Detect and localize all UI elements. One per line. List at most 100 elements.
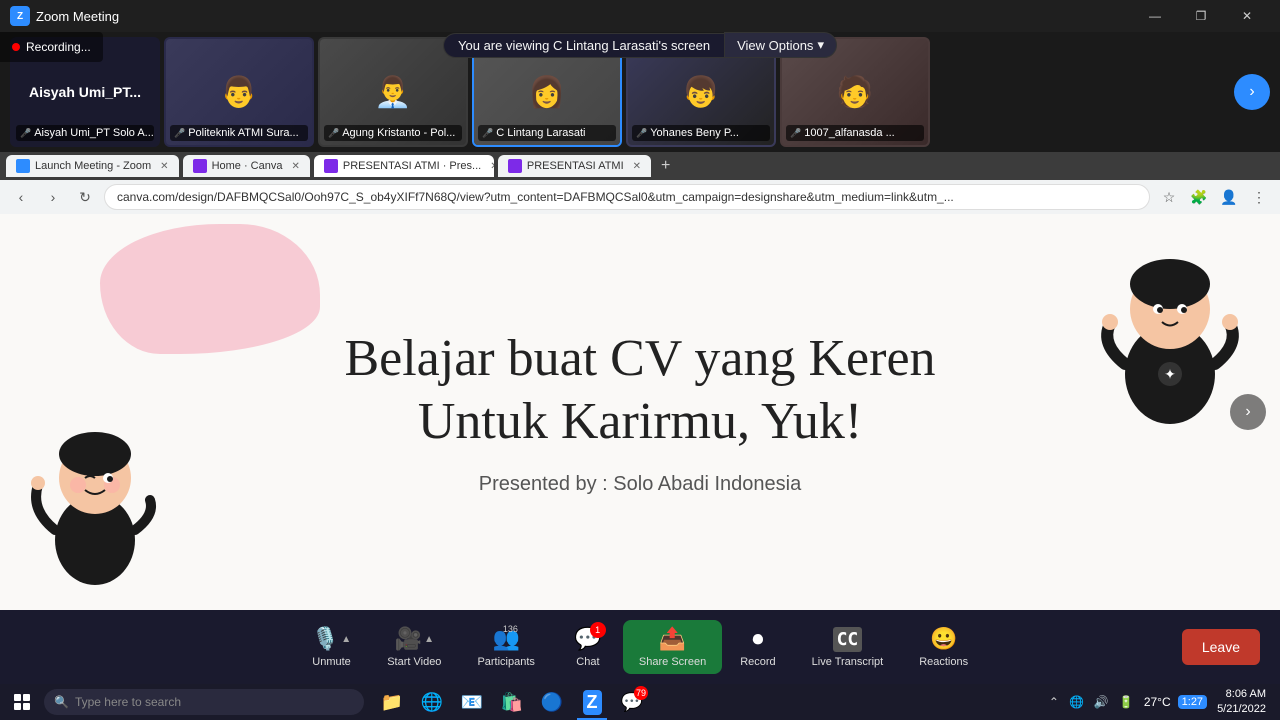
share-screen-button[interactable]: 📤 Share Screen xyxy=(623,620,722,674)
participant-name: Aisyah Umi_PT... xyxy=(19,74,151,110)
chat-badge: 1 xyxy=(590,622,606,638)
participant-label: 🎤 Aisyah Umi_PT Solo A... xyxy=(16,125,154,141)
app-title: Zoom Meeting xyxy=(36,9,119,24)
back-button[interactable]: ‹ xyxy=(8,184,34,210)
mic-icon: 🎤 xyxy=(328,128,339,139)
search-icon: 🔍 xyxy=(54,695,69,709)
slide-subtitle: Presented by : Solo Abadi Indonesia xyxy=(344,473,935,496)
title-bar: Z Zoom Meeting — ❐ ✕ xyxy=(0,0,1280,32)
taskbar-app-whatsapp[interactable]: 💬 79 xyxy=(614,684,650,720)
start-video-button[interactable]: 🎥 ▲ Start Video xyxy=(369,620,459,674)
record-button[interactable]: ⏺ Record xyxy=(722,620,793,674)
browser-nav-icons: ☆ 🧩 👤 ⋮ xyxy=(1156,184,1272,210)
volume-icon[interactable]: 🔊 xyxy=(1091,693,1112,711)
taskbar-app-zoom[interactable]: Z xyxy=(574,684,610,720)
battery-icon[interactable]: 🔋 xyxy=(1116,693,1137,711)
leave-button[interactable]: Leave xyxy=(1182,629,1260,665)
windows-taskbar: 🔍 Type here to search 📁 🌐 📧 🛍️ 🔵 Z xyxy=(0,684,1280,720)
presentation-area: ✦ xyxy=(0,214,1280,610)
browser-tab-presentation-active[interactable]: PRESENTASI ATMI · Pres... ✕ xyxy=(314,155,494,177)
mic-icon: 🎤 xyxy=(636,128,647,139)
chat-button[interactable]: 💬 1 Chat xyxy=(553,620,623,674)
reload-button[interactable]: ↻ xyxy=(72,184,98,210)
zoom-favicon xyxy=(16,159,30,173)
recording-dot xyxy=(12,43,20,51)
browser-window: Launch Meeting - Zoom ✕ Home · Canva ✕ P… xyxy=(0,152,1280,610)
windows-logo-icon xyxy=(14,694,30,710)
browser-tab-zoom[interactable]: Launch Meeting - Zoom ✕ xyxy=(6,155,179,177)
svg-text:✦: ✦ xyxy=(1164,366,1176,382)
mic-icon: 🎤 xyxy=(174,128,185,139)
new-tab-button[interactable]: + xyxy=(655,157,676,175)
tab-close-zoom[interactable]: ✕ xyxy=(160,161,168,172)
search-placeholder: Type here to search xyxy=(75,695,181,709)
unmute-button[interactable]: 🎙️ ▲ Unmute xyxy=(294,620,369,674)
tab-close-presentation2[interactable]: ✕ xyxy=(633,161,641,172)
window-controls: — ❐ ✕ xyxy=(1132,0,1270,32)
pink-blob-decoration xyxy=(100,224,320,354)
taskbar-apps: 📁 🌐 📧 🛍️ 🔵 Z 💬 79 xyxy=(374,684,650,720)
chat-label: Chat xyxy=(576,656,599,668)
participants-button[interactable]: 👥 136 Participants xyxy=(459,620,552,674)
forward-button[interactable]: › xyxy=(40,184,66,210)
reactions-button[interactable]: 😀 Reactions xyxy=(901,620,986,674)
system-tray: ⌃ 🌐 🔊 🔋 27°C 1:27 8:06 AM 5/21/2022 xyxy=(1038,687,1280,718)
slide-title: Belajar buat CV yang Keren Untuk Karirmu… xyxy=(344,328,935,453)
record-icon: ⏺ xyxy=(752,626,763,652)
browser-tab-presentation2[interactable]: PRESENTASI ATMI ✕ xyxy=(498,155,651,177)
video-off-icon: 🎥 xyxy=(395,626,422,652)
url-bar[interactable]: canva.com/design/DAFBMQCSal0/Ooh97C_S_ob… xyxy=(104,184,1150,210)
tab-close-canva-home[interactable]: ✕ xyxy=(291,161,299,172)
maximize-button[interactable]: ❐ xyxy=(1178,0,1224,32)
start-button[interactable] xyxy=(0,684,44,720)
share-screen-label: Share Screen xyxy=(639,656,706,668)
video-label: Start Video xyxy=(387,656,441,668)
cc-icon: CC xyxy=(833,627,863,652)
character-left xyxy=(20,410,170,590)
chevron-up-icon[interactable]: ⌃ xyxy=(1046,693,1062,711)
taskbar-app-mail[interactable]: 📧 xyxy=(454,684,490,720)
mic-icon: 🎤 xyxy=(482,128,493,139)
next-slide-button[interactable]: › xyxy=(1230,394,1266,430)
live-transcript-label: Live Transcript xyxy=(812,656,884,668)
minimize-button[interactable]: — xyxy=(1132,0,1178,32)
participant-label: 🎤 Politeknik ATMI Sura... xyxy=(170,125,308,141)
taskbar-app-store[interactable]: 🛍️ xyxy=(494,684,530,720)
taskbar-search[interactable]: 🔍 Type here to search xyxy=(44,689,364,715)
live-transcript-button[interactable]: CC Live Transcript xyxy=(794,621,902,674)
taskbar-app-file-explorer[interactable]: 📁 xyxy=(374,684,410,720)
close-button[interactable]: ✕ xyxy=(1224,0,1270,32)
store-icon: 🛍️ xyxy=(501,692,523,713)
menu-icon[interactable]: ⋮ xyxy=(1246,184,1272,210)
canva-favicon-2 xyxy=(508,159,522,173)
reactions-icon: 😀 xyxy=(930,626,957,652)
view-options-button[interactable]: View Options ▾ xyxy=(724,32,837,58)
participants-count: 136 xyxy=(503,624,518,634)
chevron-down-icon: ▾ xyxy=(817,37,824,53)
tab-label-canva-home: Home · Canva xyxy=(212,160,283,172)
extensions-icon[interactable]: 🧩 xyxy=(1186,184,1212,210)
video-arrow[interactable]: ▲ xyxy=(424,634,434,645)
tab-close-presentation[interactable]: ✕ xyxy=(490,161,494,172)
taskbar-app-edge[interactable]: 🌐 xyxy=(414,684,450,720)
participant-thumb[interactable]: 👨 🎤 Politeknik ATMI Sura... xyxy=(164,37,314,147)
system-clock: 8:06 AM 5/21/2022 xyxy=(1211,687,1272,718)
recording-time-badge: 1:27 xyxy=(1178,695,1207,709)
browser-tab-canva-home[interactable]: Home · Canva ✕ xyxy=(183,155,310,177)
unmute-arrow[interactable]: ▲ xyxy=(341,634,351,645)
participant-label: 🎤 1007_alfanasda ... xyxy=(786,125,924,141)
zoom-taskbar-icon: Z xyxy=(583,690,602,715)
canva-favicon xyxy=(193,159,207,173)
participant-label: 🎤 Agung Kristanto - Pol... xyxy=(324,125,462,141)
notification-bar: You are viewing C Lintang Larasati's scr… xyxy=(443,32,837,58)
taskbar-app-chrome[interactable]: 🔵 xyxy=(534,684,570,720)
reactions-label: Reactions xyxy=(919,656,968,668)
participants-icon: 👥 136 xyxy=(492,626,519,652)
profile-icon[interactable]: 👤 xyxy=(1216,184,1242,210)
app-logo: Z Zoom Meeting xyxy=(10,6,119,26)
bookmark-icon[interactable]: ☆ xyxy=(1156,184,1182,210)
next-participant-button[interactable]: › xyxy=(1234,74,1270,110)
network-icon[interactable]: 🌐 xyxy=(1066,693,1087,711)
notification-message: You are viewing C Lintang Larasati's scr… xyxy=(443,33,724,58)
temperature-display: 27°C xyxy=(1141,693,1174,711)
